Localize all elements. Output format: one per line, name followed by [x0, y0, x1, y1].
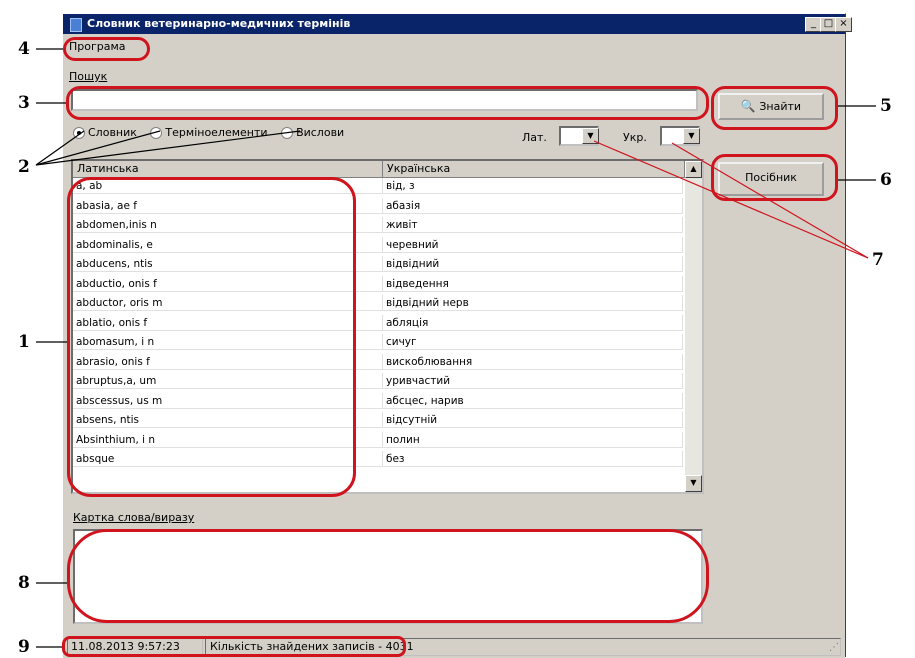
annotation-lines — [35, 48, 876, 648]
annotation-number-4: 4 — [18, 39, 30, 59]
annotation-number-1: 1 — [18, 332, 30, 352]
annotation-number-9: 9 — [18, 637, 30, 657]
annotation-number-2: 2 — [18, 157, 30, 177]
annotation-number-6: 6 — [880, 170, 892, 190]
annotation-number-3: 3 — [18, 93, 30, 113]
annotation-number-7: 7 — [872, 250, 884, 270]
annotation-number-8: 8 — [18, 573, 30, 593]
annotation-number-5: 5 — [880, 96, 892, 116]
